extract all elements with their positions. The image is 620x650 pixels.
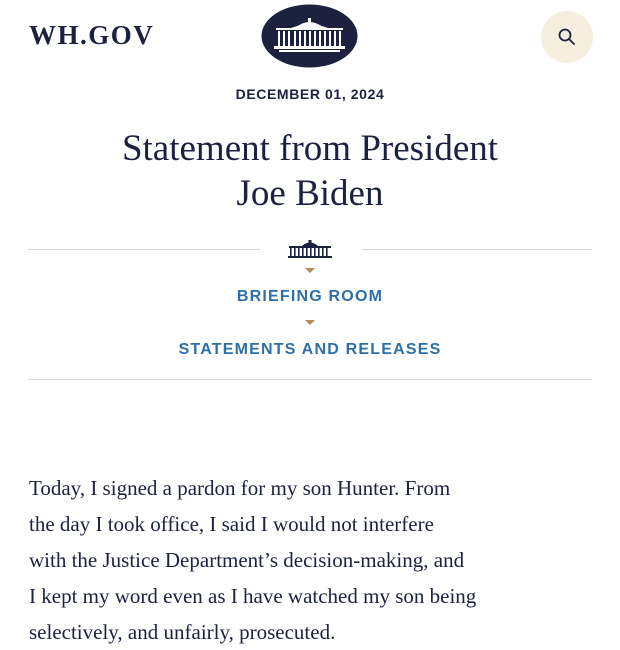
- search-button[interactable]: [541, 11, 593, 63]
- search-icon: [558, 28, 575, 45]
- page-title-line: Joe Biden: [236, 173, 384, 214]
- page-title-line: Statement from President: [121, 128, 499, 169]
- breadcrumb-statements-and-releases[interactable]: STATEMENTS AND RELEASES: [0, 341, 620, 359]
- white-house-seal-icon[interactable]: [261, 4, 358, 68]
- publish-date: DECEMBER 01, 2024: [235, 86, 385, 102]
- divider-right: [362, 249, 592, 250]
- white-house-icon: [285, 238, 335, 260]
- site-logo[interactable]: WH.GOV: [29, 22, 154, 49]
- divider-left: [28, 249, 260, 250]
- page-title: Statement from President Joe Biden: [0, 126, 620, 216]
- article-line: I kept my word even as I have watched my…: [29, 584, 477, 608]
- article-body: Today, I signed a pardon for my son Hunt…: [29, 470, 601, 650]
- article-line: the day I took office, I said I would no…: [29, 512, 434, 536]
- article-line: with the Justice Department’s decision-m…: [29, 548, 465, 572]
- article-line: selectively, and unfairly, prosecuted.: [29, 620, 336, 644]
- article-line: Today, I signed a pardon for my son Hunt…: [29, 476, 451, 500]
- breadcrumb-briefing-room[interactable]: BRIEFING ROOM: [0, 288, 620, 306]
- divider: [28, 379, 592, 380]
- chevron-down-icon: [305, 320, 315, 325]
- chevron-down-icon: [305, 268, 315, 273]
